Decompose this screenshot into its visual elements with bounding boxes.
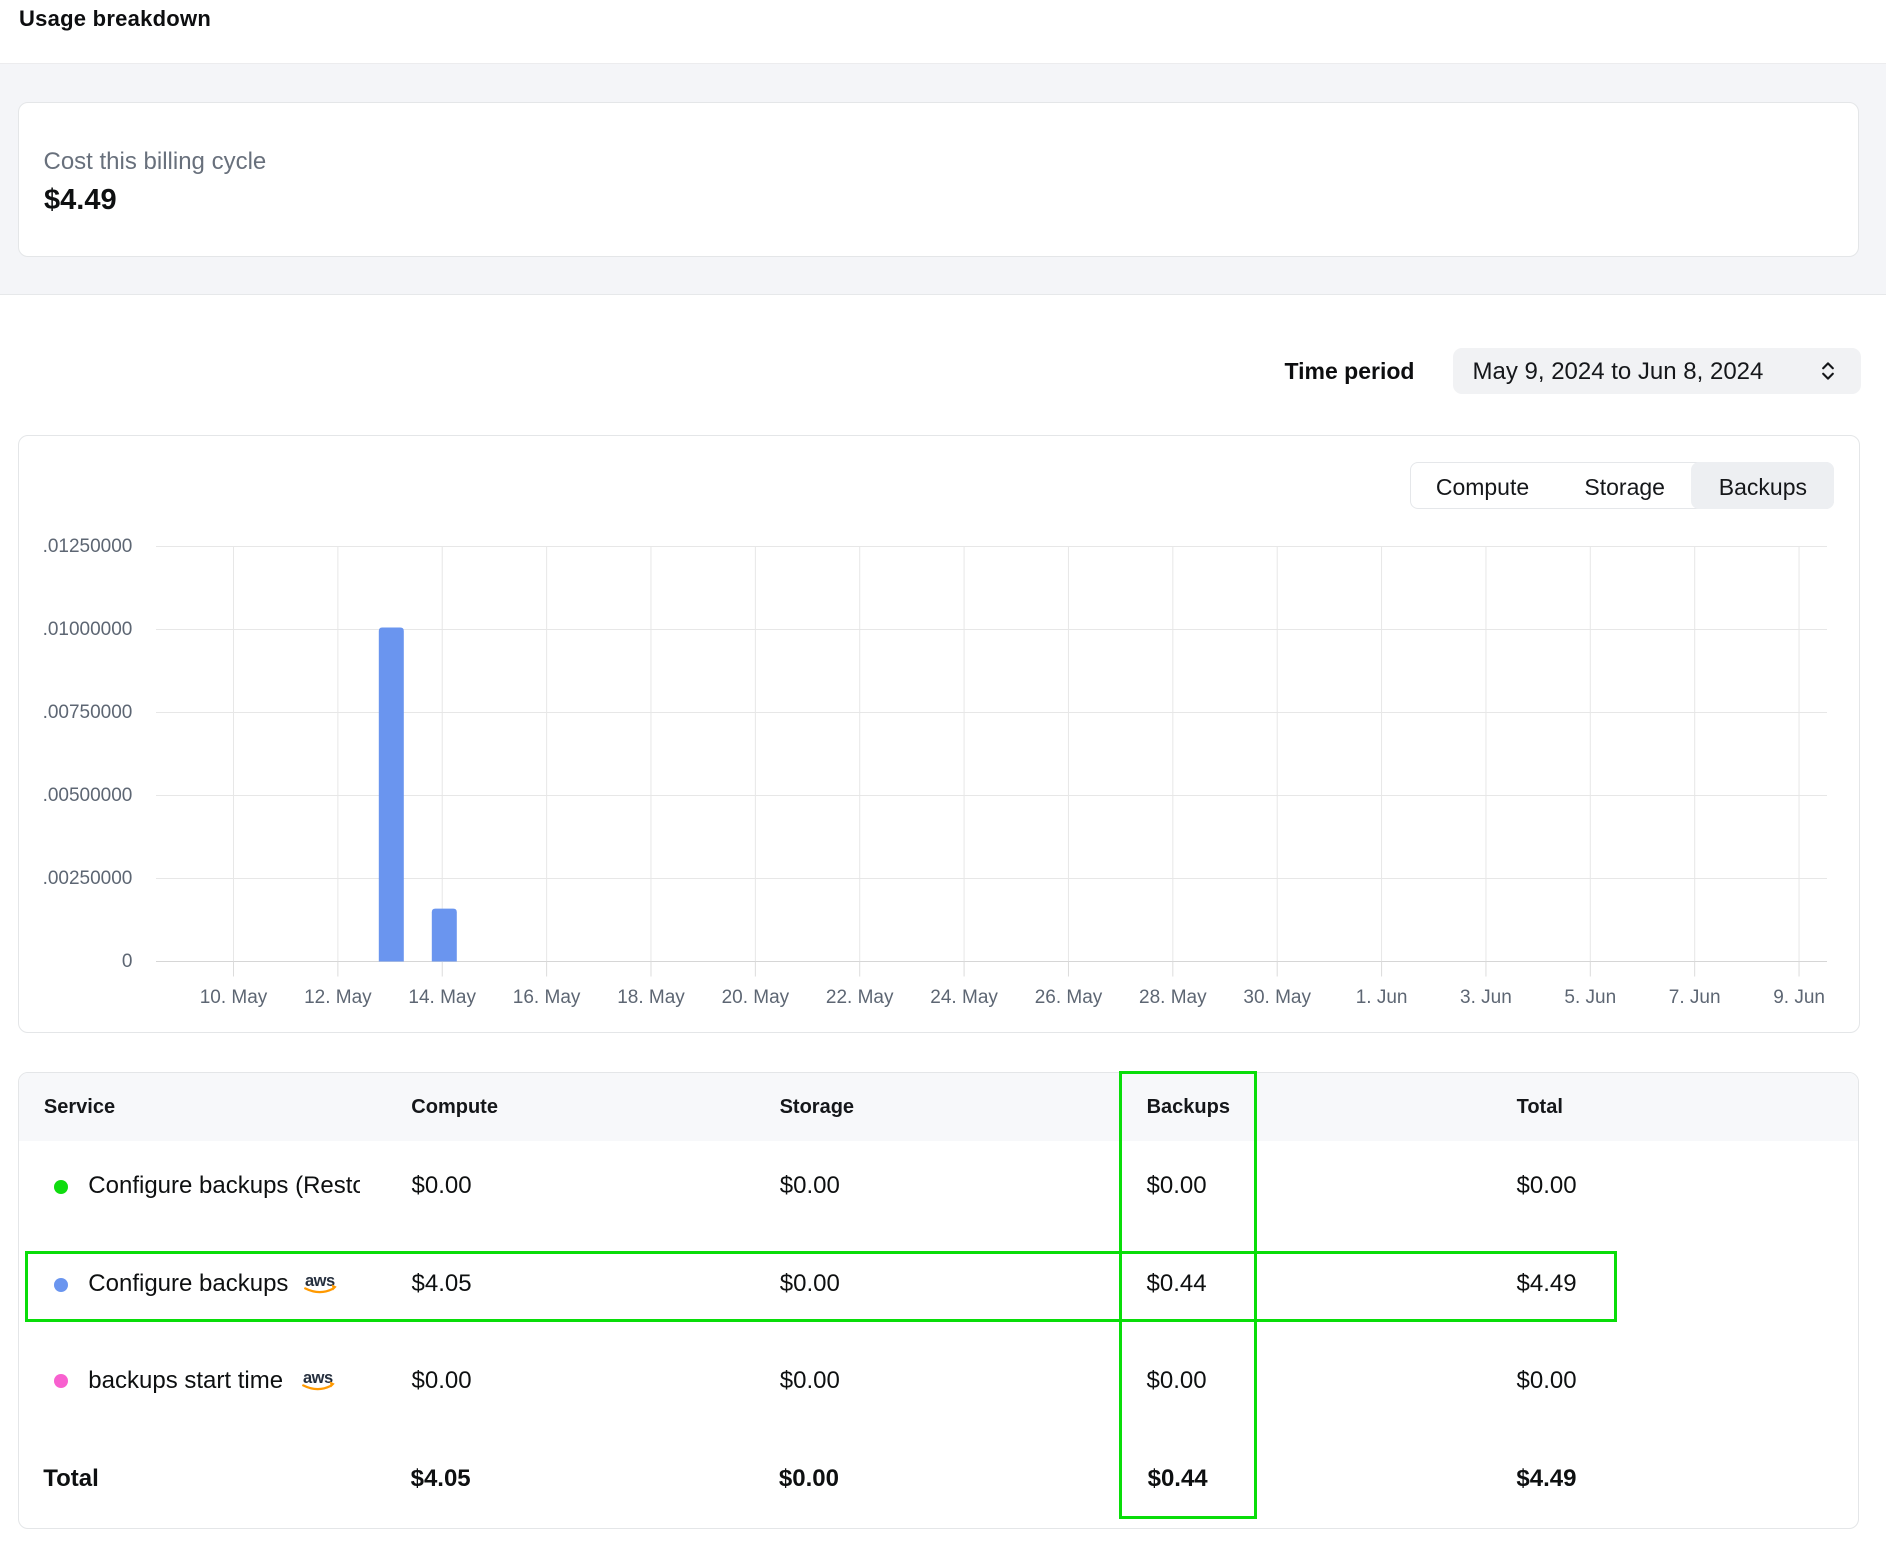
svg-text:aws: aws — [303, 1369, 333, 1387]
